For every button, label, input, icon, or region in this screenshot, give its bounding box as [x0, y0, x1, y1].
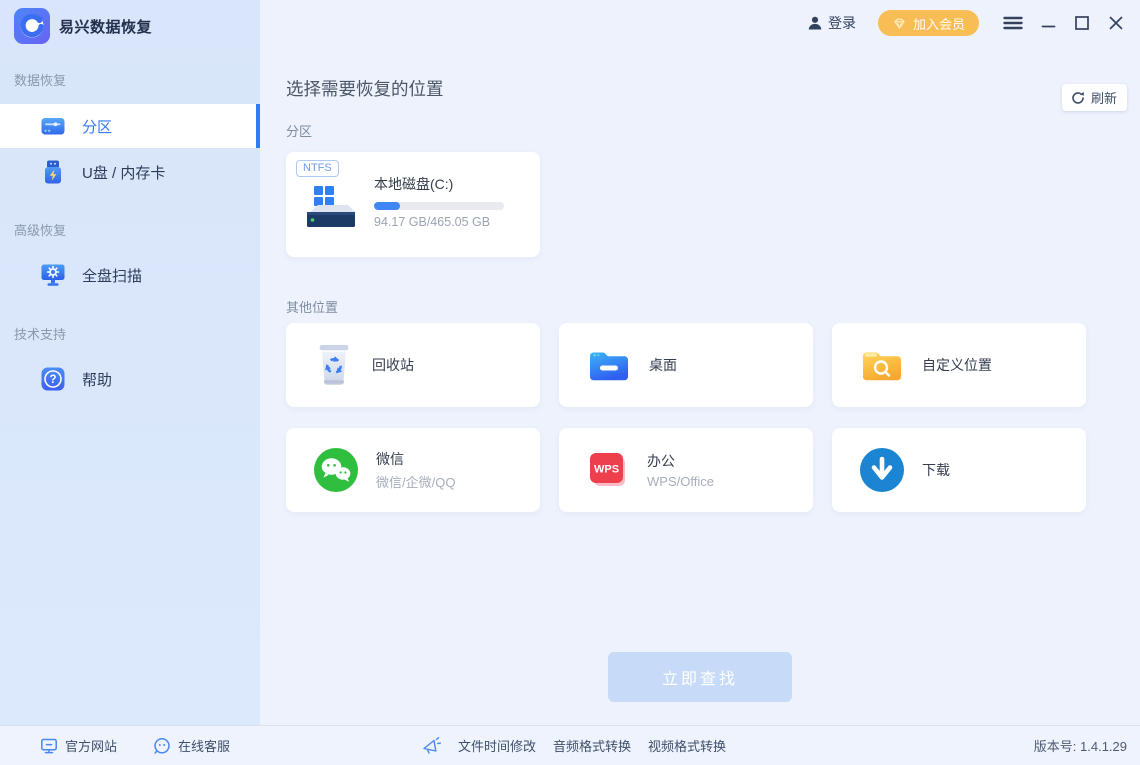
main-content: 登录 加入会员	[260, 0, 1140, 725]
disk-name: 本地磁盘(C:)	[374, 174, 453, 194]
recycle-bin-icon	[313, 341, 355, 389]
page-title: 选择需要恢复的位置	[286, 76, 444, 101]
tool-audio-convert-link[interactable]: 音频格式转换	[553, 736, 631, 755]
close-icon[interactable]	[1108, 15, 1124, 31]
help-question-icon: ?	[40, 366, 66, 392]
user-icon	[807, 15, 823, 31]
location-title: 微信	[376, 449, 455, 469]
sidebar-section-data-recovery: 数据恢复	[14, 70, 66, 89]
other-section-label: 其他位置	[286, 297, 338, 316]
svg-text:?: ?	[49, 374, 56, 386]
filesystem-badge: NTFS	[296, 160, 339, 177]
location-title: 桌面	[649, 355, 677, 375]
maximize-icon[interactable]	[1074, 15, 1090, 31]
sidebar: 易兴数据恢复 数据恢复 分区	[0, 0, 260, 725]
desktop-folder-icon	[586, 346, 632, 384]
location-card-downloads[interactable]: 下载	[832, 428, 1086, 512]
custom-location-folder-icon	[859, 346, 905, 384]
location-grid: 回收站	[286, 323, 1086, 512]
join-vip-button[interactable]: 加入会员	[878, 10, 979, 36]
sidebar-item-label: U盘 / 内存卡	[82, 162, 165, 183]
location-title: 下载	[922, 460, 950, 480]
disk-card-c[interactable]: NTFS 本地磁盘(C:) 94.17 GB/465.05 GB	[286, 152, 540, 257]
partition-disk-icon	[40, 113, 66, 139]
app-logo-row: 易兴数据恢复	[14, 8, 152, 44]
version-label: 版本号: 1.4.1.29	[1034, 726, 1127, 765]
megaphone-icon	[421, 736, 441, 755]
footer: 官方网站 在线客服 文件时间修改 音频格式转换 视频格式转换 版本号: 1.4.	[0, 725, 1140, 765]
location-card-office[interactable]: WPS 办公 WPS/Office	[559, 428, 813, 512]
sidebar-item-help[interactable]: ? 帮助	[0, 357, 260, 401]
full-scan-monitor-icon	[40, 262, 66, 288]
tool-video-convert-link[interactable]: 视频格式转换	[648, 736, 726, 755]
location-card-recycle-bin[interactable]: 回收站	[286, 323, 540, 407]
download-icon	[859, 447, 905, 493]
location-title: 办公	[647, 451, 714, 471]
usb-drive-icon	[40, 159, 66, 185]
svg-text:WPS: WPS	[594, 464, 619, 476]
titlebar-controls: 登录 加入会员	[807, 10, 1124, 36]
sidebar-item-label: 分区	[82, 116, 112, 137]
app-logo-icon	[14, 8, 50, 44]
location-subtitle: WPS/Office	[647, 474, 714, 489]
location-card-desktop[interactable]: 桌面	[559, 323, 813, 407]
menu-icon[interactable]	[1003, 15, 1023, 31]
location-title: 回收站	[372, 355, 414, 375]
minimize-icon[interactable]	[1041, 15, 1056, 31]
chat-support-icon	[153, 737, 171, 755]
location-card-custom[interactable]: 自定义位置	[832, 323, 1086, 407]
search-now-button[interactable]: 立即查找	[608, 652, 792, 702]
sidebar-item-usb[interactable]: U盘 / 内存卡	[0, 150, 260, 194]
sidebar-section-advanced: 高级恢复	[14, 220, 66, 239]
location-subtitle: 微信/企微/QQ	[376, 472, 455, 491]
disk-progress-fill	[374, 202, 400, 210]
refresh-button[interactable]: 刷新	[1062, 84, 1127, 111]
hard-disk-icon	[300, 184, 358, 232]
wechat-icon	[313, 447, 359, 493]
refresh-icon	[1071, 91, 1085, 105]
gem-icon	[892, 16, 907, 31]
disk-usage-bar	[374, 202, 504, 210]
wps-office-icon: WPS	[586, 448, 630, 492]
location-card-wechat[interactable]: 微信 微信/企微/QQ	[286, 428, 540, 512]
monitor-icon	[40, 737, 58, 755]
login-button[interactable]: 登录	[807, 13, 856, 33]
app-title: 易兴数据恢复	[59, 16, 152, 37]
official-site-link[interactable]: 官方网站	[40, 736, 117, 755]
disk-usage-text: 94.17 GB/465.05 GB	[374, 215, 490, 229]
sidebar-section-support: 技术支持	[14, 324, 66, 343]
sidebar-item-full-scan[interactable]: 全盘扫描	[0, 253, 260, 297]
tool-file-time-link[interactable]: 文件时间修改	[458, 736, 536, 755]
sidebar-item-label: 全盘扫描	[82, 265, 142, 286]
sidebar-item-partition[interactable]: 分区	[0, 104, 260, 148]
partition-section-label: 分区	[286, 121, 312, 140]
online-support-link[interactable]: 在线客服	[153, 736, 230, 755]
app-window: 易兴数据恢复 数据恢复 分区	[0, 0, 1140, 765]
location-title: 自定义位置	[922, 355, 992, 375]
sidebar-item-label: 帮助	[82, 369, 112, 390]
